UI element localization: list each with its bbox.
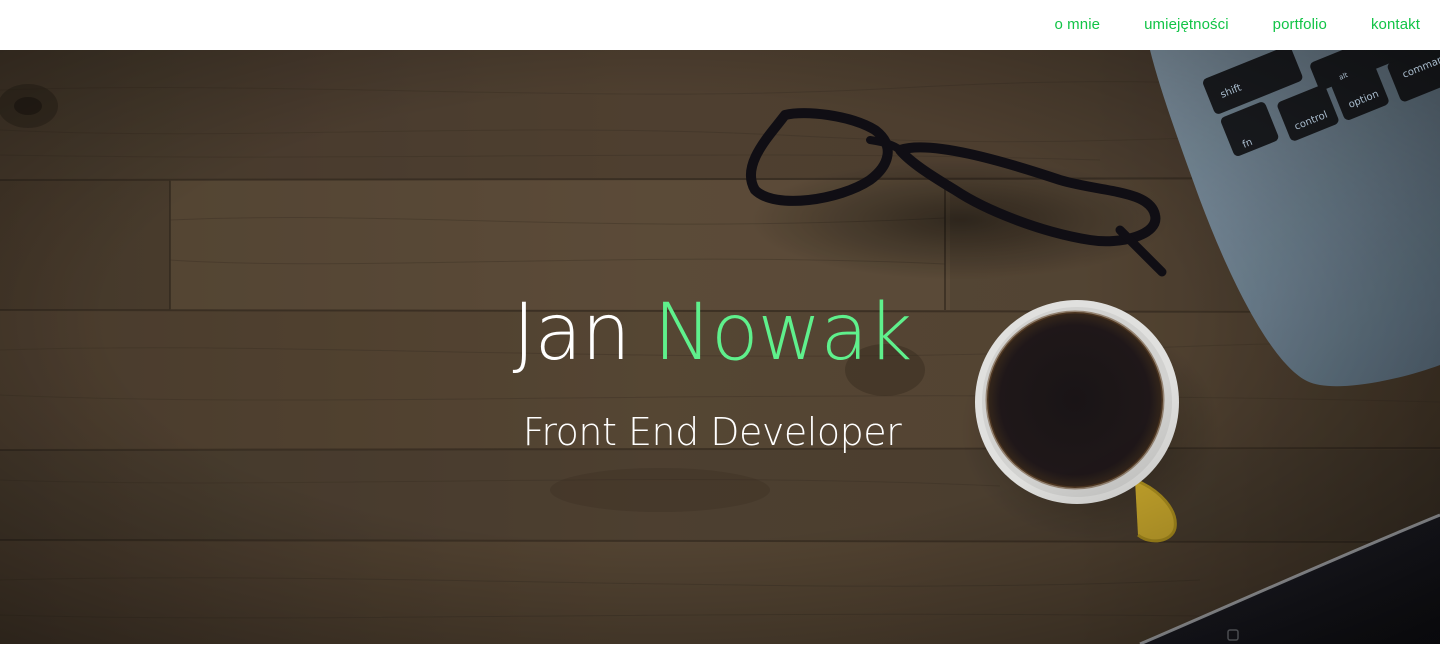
- nav-link-portfolio[interactable]: portfolio: [1273, 16, 1327, 33]
- nav-item: portfolio: [1273, 16, 1327, 34]
- hero-last-name: Nowak: [653, 288, 913, 379]
- nav-menu: o mnie umiejętności portfolio kontakt: [1054, 0, 1420, 50]
- nav-item: umiejętności: [1144, 16, 1229, 34]
- nav-item: o mnie: [1054, 16, 1100, 34]
- nav-item: kontakt: [1371, 16, 1420, 34]
- hero-role: Front End Developer: [522, 409, 902, 454]
- hero-name: Jan Nowak: [0, 288, 1424, 378]
- nav-link-about[interactable]: o mnie: [1054, 16, 1100, 33]
- hero-section: shift fn control alt option command Jan …: [0, 50, 1440, 644]
- nav-link-skills[interactable]: umiejętności: [1144, 16, 1229, 33]
- navbar: o mnie umiejętności portfolio kontakt: [0, 0, 1440, 50]
- nav-link-contact[interactable]: kontakt: [1371, 16, 1420, 33]
- hero-first-name: Jan: [512, 288, 631, 379]
